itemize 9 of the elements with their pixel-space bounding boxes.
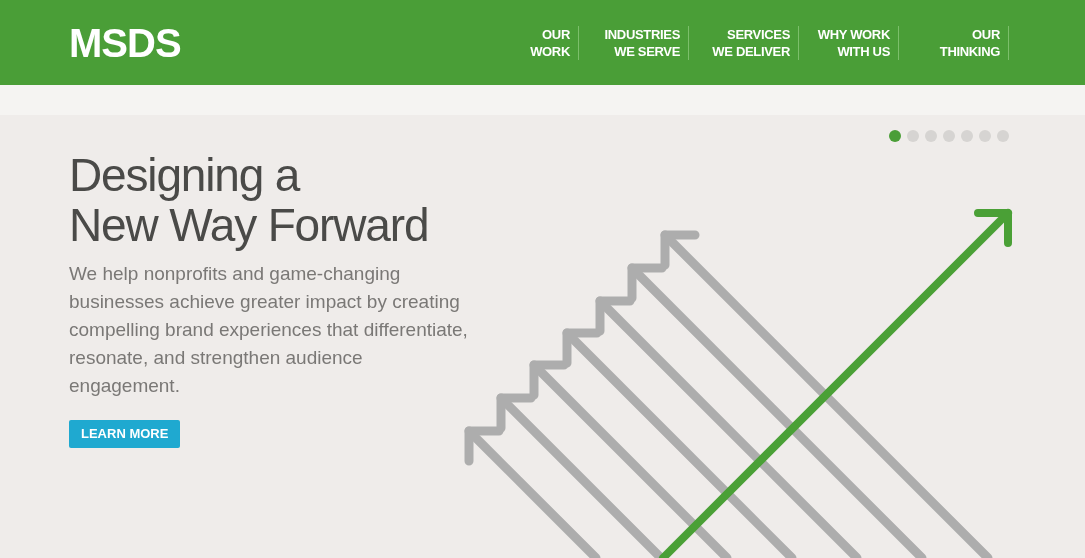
- nav-link[interactable]: WHY WORK WITH US: [799, 25, 899, 60]
- hero-heading: Designing a New Way Forward: [69, 150, 430, 250]
- nav-link[interactable]: INDUSTRIES WE SERVE: [579, 25, 689, 60]
- nav-link[interactable]: OUR THINKING: [899, 25, 1009, 60]
- site-logo[interactable]: MSDS: [69, 22, 181, 63]
- hero-description: We help nonprofits and game-changing businesses achieve greater impact by creating compelling brand experiences that differentiate, resonate, and strengthen audience engagement.: [69, 262, 469, 398]
- learn-more-button[interactable]: LEARN MORE: [69, 420, 181, 448]
- nav-link[interactable]: SERVICES WE DELIVER: [689, 25, 799, 60]
- nav-link[interactable]: OUR WORK: [469, 25, 579, 60]
